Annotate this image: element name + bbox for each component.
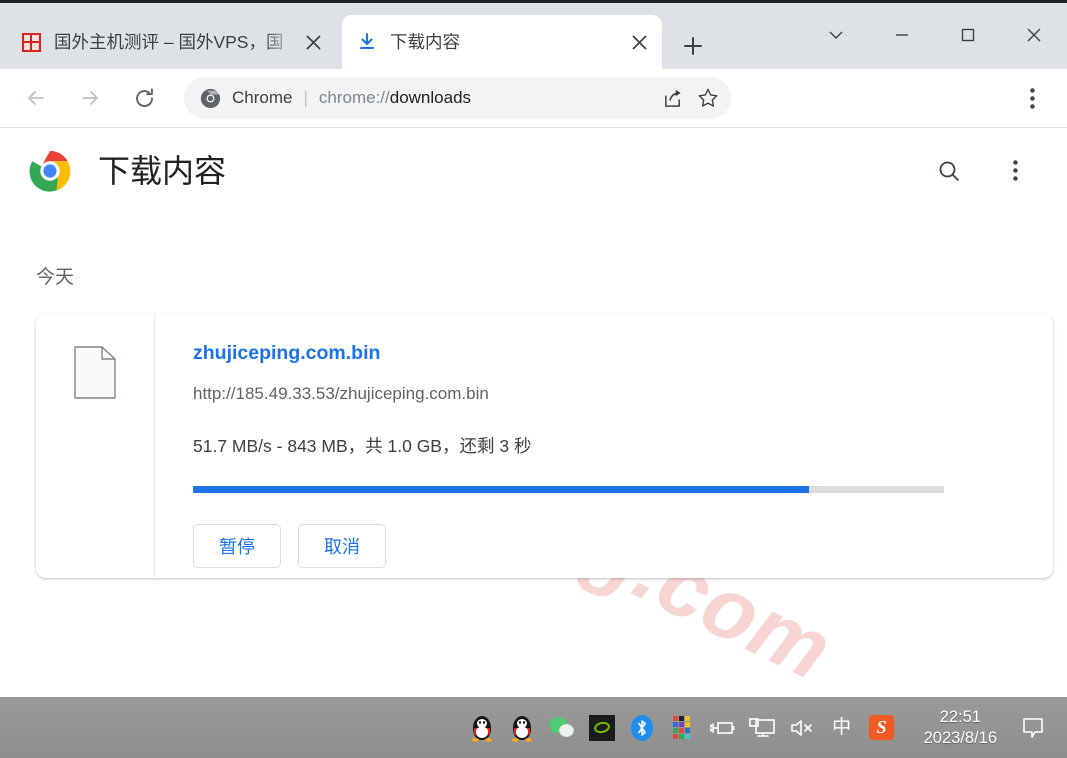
download-actions: 暂停 取消 <box>193 524 1053 568</box>
maximize-button[interactable] <box>935 9 1001 61</box>
tab-site-label: 国外主机测评 – 国外VPS，国 <box>54 32 284 52</box>
ime-chinese-label: 中 <box>832 716 852 738</box>
date-group-header: 今天 <box>36 267 75 288</box>
download-source-url: http://185.49.33.53/zhujiceping.com.bin <box>193 384 489 403</box>
qq-secondary-icon[interactable] <box>507 712 537 744</box>
window-controls <box>777 6 1067 64</box>
tab-search-button[interactable] <box>803 9 869 61</box>
windows-taskbar: 中 S 22:51 2023/8/16 <box>0 697 1067 758</box>
download-item-card: zhujiceping.com.bin http://185.49.33.53/… <box>36 314 1053 578</box>
new-tab-button[interactable] <box>676 29 710 63</box>
reload-icon[interactable] <box>122 76 166 120</box>
cancel-button[interactable]: 取消 <box>298 524 386 568</box>
address-bar[interactable]: Chrome | chrome://downloads <box>184 77 731 119</box>
omnibox-separator: | <box>303 88 308 107</box>
notification-balloon-icon[interactable] <box>1011 708 1055 748</box>
sogou-input-icon[interactable]: S <box>867 712 897 744</box>
download-progress-bar <box>193 486 944 493</box>
downloads-header: 下载内容 <box>0 128 1067 213</box>
clock-date: 2023/8/16 <box>923 728 997 747</box>
search-icon[interactable] <box>927 149 971 193</box>
wechat-icon[interactable] <box>547 712 577 744</box>
browser-toolbar: Chrome | chrome://downloads <box>0 69 1067 128</box>
taskbar-clock[interactable]: 22:51 2023/8/16 <box>924 707 997 749</box>
close-window-button[interactable] <box>1001 9 1067 61</box>
ime-chinese-icon[interactable]: 中 <box>827 712 857 744</box>
display-icon[interactable] <box>747 712 777 744</box>
download-details: zhujiceping.com.bin http://185.49.33.53/… <box>155 314 1053 578</box>
omnibox-url: chrome://downloads <box>319 88 471 108</box>
downloads-more-button[interactable] <box>993 149 1037 193</box>
tab-downloads-label: 下载内容 <box>390 32 460 52</box>
forward-arrow-icon[interactable] <box>68 76 112 120</box>
power-battery-icon[interactable] <box>707 712 737 744</box>
bluetooth-icon[interactable] <box>627 712 657 744</box>
pause-button[interactable]: 暂停 <box>193 524 281 568</box>
download-file-icon-column <box>36 314 155 578</box>
browser-menu-button[interactable] <box>1011 77 1053 119</box>
tab-close-icon[interactable] <box>626 29 652 55</box>
tab-strip: 国外主机测评 – 国外VPS，国 下载内容 <box>0 0 1067 69</box>
omnibox-chip-label: Chrome <box>232 88 293 107</box>
site-seal-favicon <box>20 31 42 53</box>
minimize-button[interactable] <box>869 9 935 61</box>
volume-muted-icon[interactable] <box>787 712 817 744</box>
chrome-logo <box>28 149 72 193</box>
downloads-page: zhujiceping.com 下载内容 <box>0 128 1067 696</box>
color-grid-icon[interactable] <box>667 712 697 744</box>
clock-time: 22:51 <box>939 707 981 726</box>
tab-close-icon[interactable] <box>300 29 326 55</box>
download-progress-fill <box>193 486 809 493</box>
sogou-logo-label: S <box>869 715 895 740</box>
download-status-text: 51.7 MB/s - 843 MB，共 1.0 GB，还剩 3 秒 <box>193 436 532 456</box>
tab-site[interactable]: 国外主机测评 – 国外VPS，国 <box>6 15 336 69</box>
tab-downloads[interactable]: 下载内容 <box>342 15 662 69</box>
chrome-mono-icon <box>200 88 222 109</box>
generic-file-icon <box>74 346 116 578</box>
share-icon[interactable] <box>655 81 689 115</box>
page-title: 下载内容 <box>98 152 227 189</box>
omnibox-url-scheme: chrome:// <box>318 88 390 107</box>
nvidia-icon[interactable] <box>587 712 617 744</box>
omnibox-url-host: downloads <box>389 88 472 107</box>
back-arrow-icon[interactable] <box>14 76 58 120</box>
browser-window: 国外主机测评 – 国外VPS，国 下载内容 Chrome | chrome://… <box>0 0 1067 697</box>
download-icon <box>356 31 378 53</box>
star-icon[interactable] <box>691 81 725 115</box>
qq-icon[interactable] <box>467 712 497 744</box>
download-file-name[interactable]: zhujiceping.com.bin <box>193 340 1053 366</box>
